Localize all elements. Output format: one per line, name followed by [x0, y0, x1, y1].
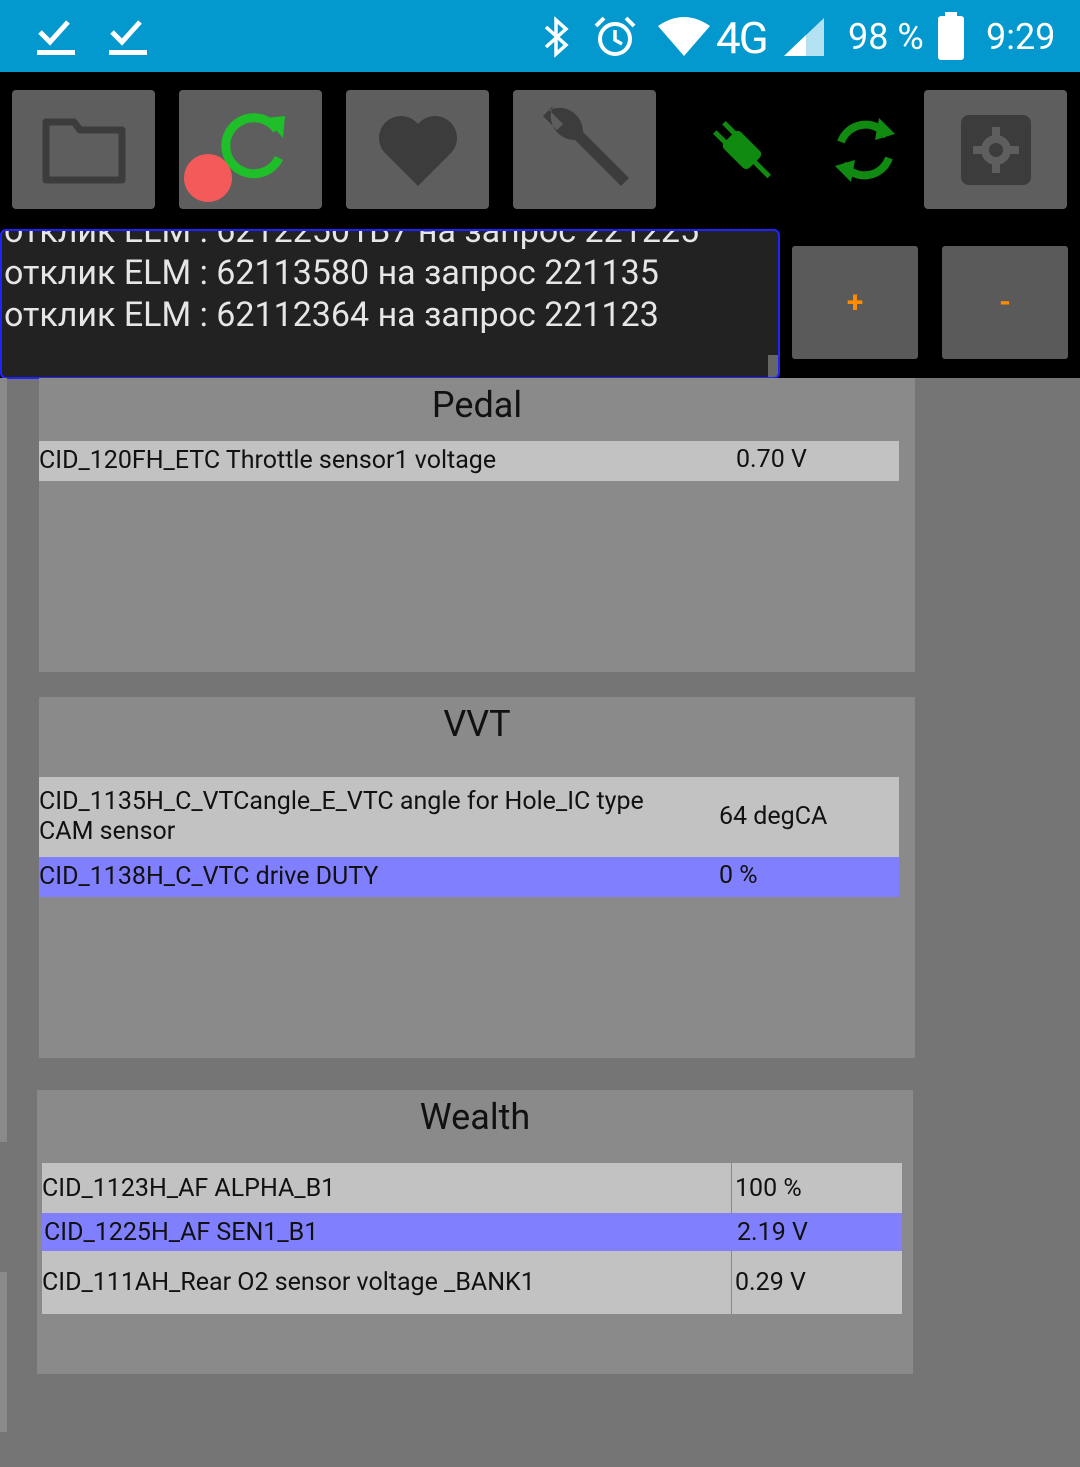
- wifi-icon: [658, 17, 710, 56]
- column-divider: [731, 1163, 732, 1213]
- zoom-out-button[interactable]: -: [942, 246, 1068, 359]
- bluetooth-icon: [544, 16, 569, 58]
- refresh-record-icon: [184, 113, 285, 202]
- row-value: 64 degCA: [719, 802, 828, 831]
- tools-button[interactable]: [513, 90, 656, 209]
- row-value: 0 %: [719, 861, 758, 890]
- battery-icon: [938, 12, 964, 60]
- gear-icon: [960, 114, 1031, 185]
- panel-title: Wealth: [419, 1096, 531, 1138]
- row-name: CID_111AH_Rear O2 sensor voltage _BANK1: [42, 1268, 535, 1297]
- log-line: отклик ELM : 62122501B7 на запрос 221225: [4, 229, 700, 251]
- row-value: 0.70 V: [736, 445, 807, 474]
- favorites-button[interactable]: [346, 90, 489, 209]
- panel-title: VVT: [443, 703, 511, 745]
- row-name: CID_1135H_C_VTCangle_E_VTC angle for Hol…: [39, 787, 644, 846]
- sync-icon: [834, 117, 895, 182]
- column-divider: [731, 1251, 732, 1314]
- sync-button[interactable]: [793, 90, 936, 209]
- row-name: CID_1138H_C_VTC drive DUTY: [39, 862, 379, 891]
- panel-pedal: Pedal CID_120FH_ETC Throttle sensor1 vol…: [39, 378, 915, 672]
- log-scrollbar[interactable]: [768, 355, 778, 377]
- check-icon: [37, 20, 75, 55]
- elm-log[interactable]: отклик ELM : 62122501B7 на запрос 221225…: [0, 229, 780, 379]
- row-value: 100 %: [735, 1173, 802, 1203]
- panel-vvt: VVT CID_1135H_C_VTCangle_E_VTC angle for…: [39, 697, 915, 1058]
- table-row[interactable]: CID_1135H_C_VTCangle_E_VTC angle for Hol…: [39, 777, 899, 857]
- connect-button[interactable]: [670, 90, 813, 209]
- table-row[interactable]: CID_1225H_AF SEN1_B1 2.19 V: [42, 1213, 902, 1251]
- row-name: CID_120FH_ETC Throttle sensor1 voltage: [39, 446, 497, 475]
- table-row[interactable]: CID_1138H_C_VTC drive DUTY 0 %: [39, 857, 899, 897]
- log-line: отклик ELM : 62112364 на запрос 221123: [4, 295, 659, 335]
- wrench-icon: [542, 105, 629, 186]
- toolbar: отклик ELM : 62122501B7 на запрос 221225…: [0, 72, 1080, 379]
- network-label: 4G: [716, 12, 769, 64]
- refresh-record-button[interactable]: [179, 90, 322, 209]
- signal-icon: [784, 18, 824, 56]
- battery-level: 98 %: [848, 16, 924, 58]
- row-name: CID_1225H_AF SEN1_B1: [44, 1217, 319, 1247]
- clock: 9:29: [986, 16, 1056, 58]
- open-file-button[interactable]: [12, 90, 155, 209]
- plug-icon: [712, 120, 771, 178]
- log-line: отклик ELM : 62113580 на запрос 221135: [4, 253, 659, 293]
- table-row[interactable]: CID_111AH_Rear O2 sensor voltage _BANK1 …: [42, 1251, 902, 1314]
- folder-icon: [42, 118, 125, 183]
- zoom-in-button[interactable]: +: [792, 246, 918, 359]
- table-row[interactable]: CID_1123H_AF ALPHA_B1 100 %: [42, 1163, 902, 1213]
- heart-icon: [378, 115, 457, 186]
- left-edge-strip: [0, 378, 7, 1142]
- row-name: CID_1123H_AF ALPHA_B1: [42, 1173, 336, 1203]
- row-value: 0.29 V: [735, 1268, 806, 1297]
- left-edge-strip: [0, 1272, 7, 1432]
- row-value: 2.19 V: [737, 1217, 808, 1247]
- check-icon: [109, 20, 147, 55]
- settings-button[interactable]: [924, 90, 1067, 209]
- status-bar: 4G 98 % 9:29: [0, 0, 1080, 72]
- table-row[interactable]: CID_120FH_ETC Throttle sensor1 voltage 0…: [39, 441, 899, 481]
- alarm-icon: [594, 16, 636, 56]
- panel-title: Pedal: [431, 384, 523, 426]
